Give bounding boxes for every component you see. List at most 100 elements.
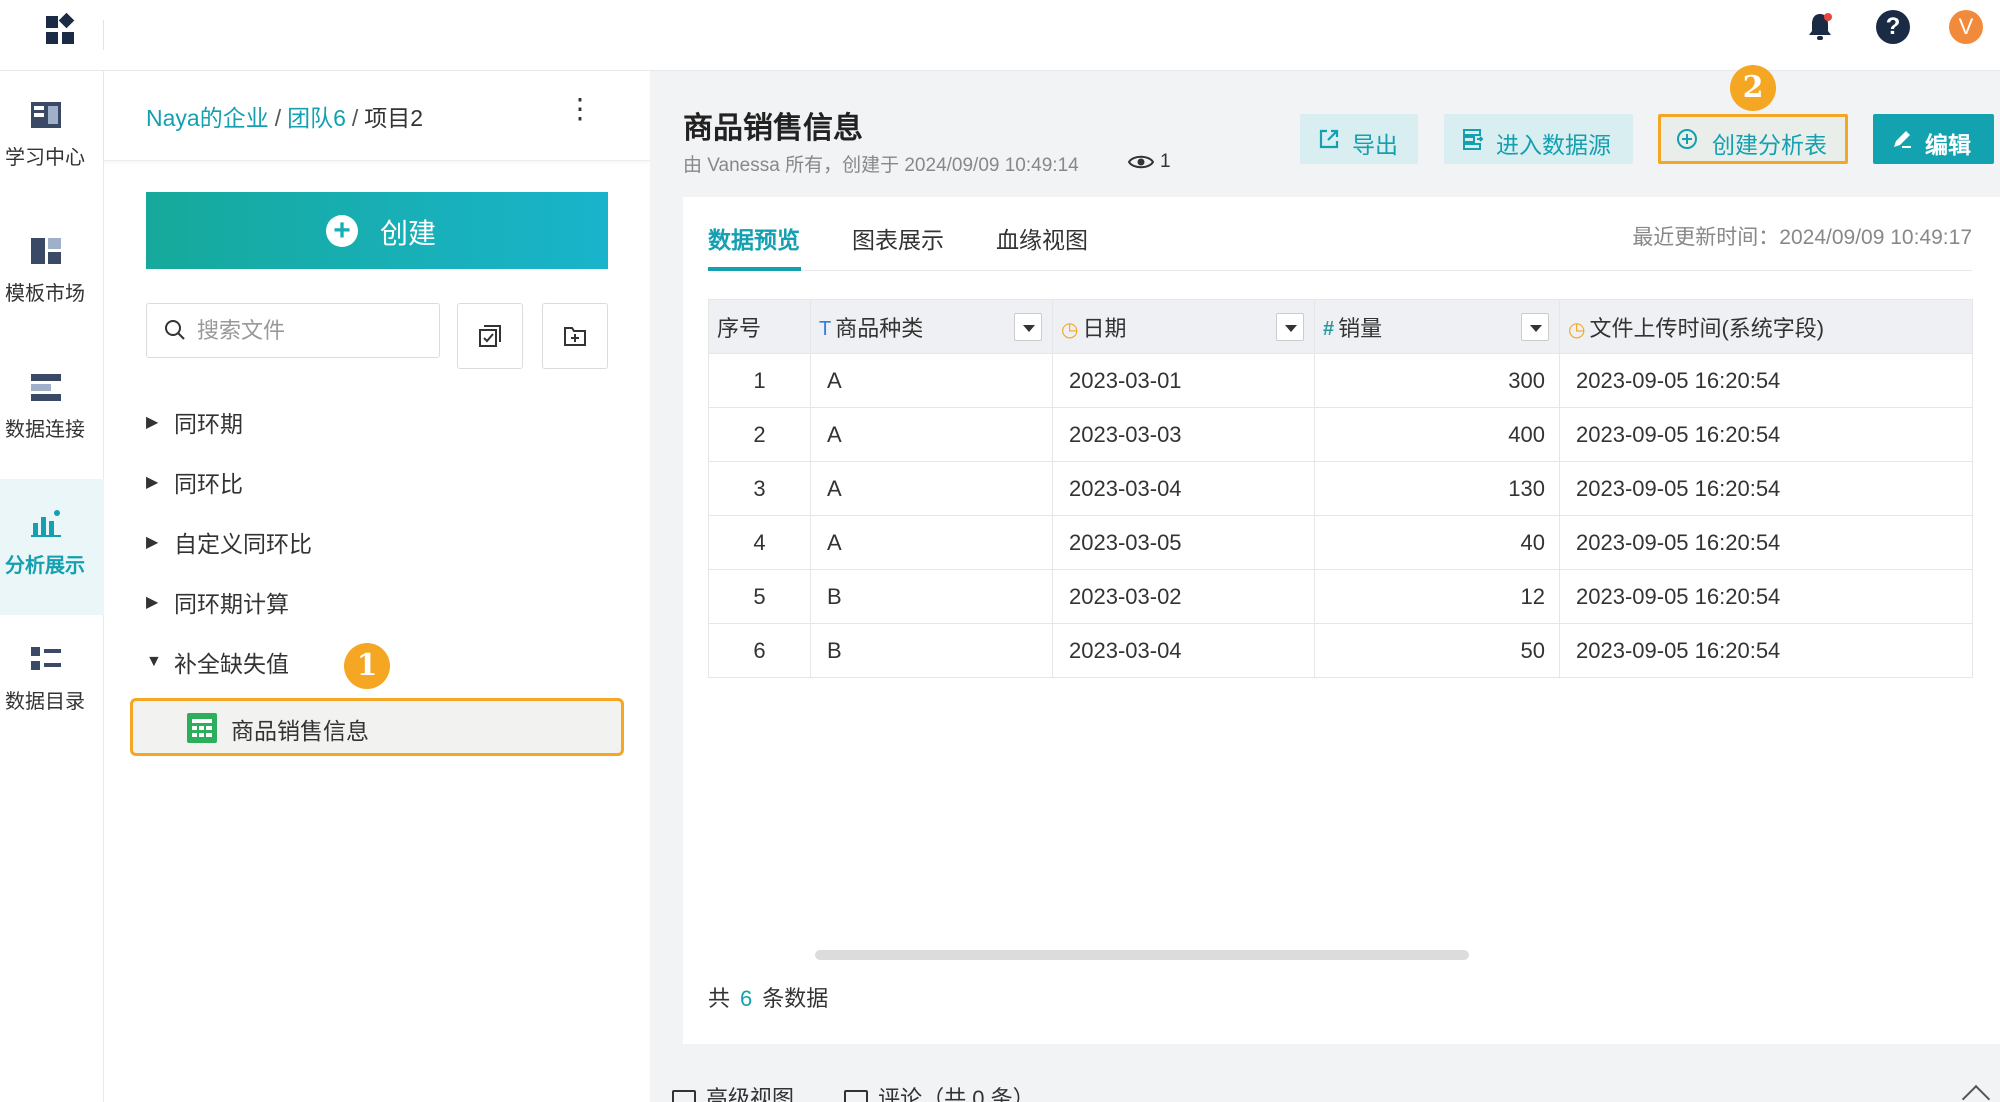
nav-label: 学习中心 <box>5 147 85 169</box>
breadcrumb-team[interactable]: 团队6 <box>287 105 346 131</box>
table-cell: 1 <box>708 353 811 408</box>
nav-item-template-market[interactable]: 模板市场 <box>0 207 104 343</box>
comments-label: 评论（共 0 条） <box>878 1086 1035 1102</box>
help-icon[interactable]: ? <box>1876 10 1910 44</box>
nav-item-data-catalog[interactable]: 数据目录 <box>0 615 104 751</box>
search-input[interactable] <box>197 312 427 350</box>
nav-label: 数据连接 <box>5 419 85 441</box>
edit-pen-icon <box>1894 131 1911 148</box>
comments-tab[interactable]: 评论（共 0 条） <box>844 1086 1035 1102</box>
breadcrumb: Naya的企业 / 团队6/项目2 <box>146 99 423 133</box>
table-cell: B <box>810 569 1053 624</box>
batch-select-button[interactable] <box>457 303 523 369</box>
top-divider <box>103 20 104 50</box>
tab-data-preview[interactable]: 数据预览 <box>708 221 800 255</box>
table-cell: A <box>810 407 1053 462</box>
row-count-suffix: 条数据 <box>762 986 829 1011</box>
tree-label: 自定义同环比 <box>174 531 312 557</box>
book-icon <box>31 102 61 128</box>
tree-folder[interactable]: ▶ 同环期 <box>146 405 243 445</box>
plus-circle-icon: + <box>326 215 358 247</box>
caret-down-icon: ▼ <box>146 653 162 670</box>
column-header[interactable]: 序号 <box>708 299 811 354</box>
chevron-up-icon[interactable] <box>1961 1084 1991 1102</box>
table-row[interactable]: 1 A 2023-03-01 300 2023-09-05 16:20:54 <box>708 353 1973 408</box>
create-analysis-button[interactable]: 创建分析表 <box>1658 114 1848 164</box>
table-row[interactable]: 4 A 2023-03-05 40 2023-09-05 16:20:54 <box>708 515 1973 570</box>
column-label: 序号 <box>717 315 762 341</box>
datasource-icon <box>1463 129 1484 150</box>
table-file-icon <box>187 713 217 743</box>
number-type-icon: # <box>1323 318 1335 341</box>
table-row[interactable]: 5 B 2023-03-02 12 2023-09-05 16:20:54 <box>708 569 1973 624</box>
file-item-selected[interactable]: 商品销售信息 <box>130 698 624 756</box>
tree-folder[interactable]: ▶ 同环期计算 <box>146 585 289 625</box>
table-row[interactable]: 3 A 2023-03-04 130 2023-09-05 16:20:54 <box>708 461 1973 516</box>
create-button[interactable]: + 创建 <box>146 192 608 269</box>
new-folder-button[interactable] <box>542 303 608 369</box>
column-header[interactable]: T 商品种类 <box>810 299 1053 354</box>
table-cell: 6 <box>708 623 811 678</box>
data-card: 数据预览 图表展示 血缘视图 最近更新时间：2024/09/09 10:49:1… <box>683 197 2000 1044</box>
checkbox-multi-icon <box>479 325 501 347</box>
enter-datasource-button[interactable]: 进入数据源 <box>1444 114 1633 164</box>
horizontal-scrollbar[interactable] <box>815 950 1469 960</box>
tab-bar: 数据预览 图表展示 血缘视图 最近更新时间：2024/09/09 10:49:1… <box>708 197 1972 271</box>
column-header[interactable]: # 销量 <box>1314 299 1560 354</box>
tree-folder[interactable]: ▶ 同环比 <box>146 465 243 505</box>
breadcrumb-sep: / <box>274 105 282 131</box>
bell-icon[interactable] <box>1803 10 1837 44</box>
dropdown-icon[interactable] <box>1276 313 1304 341</box>
table-cell: 400 <box>1314 407 1560 462</box>
analysis-chart-icon <box>31 510 61 537</box>
advanced-view-tab[interactable]: 高级视图 <box>672 1086 794 1102</box>
table-cell: 130 <box>1314 461 1560 516</box>
table-header-row: 序号 T 商品种类 ◷ 日期 # 销量 ◷ 文件上传时间(系统字段) <box>708 299 1973 354</box>
table-row[interactable]: 2 A 2023-03-03 400 2023-09-05 16:20:54 <box>708 407 1973 462</box>
tab-chart-display[interactable]: 图表展示 <box>852 221 944 255</box>
table-cell: 2023-09-05 16:20:54 <box>1559 515 1973 570</box>
nav-item-analysis[interactable]: 分析展示 <box>0 479 104 615</box>
tab-lineage-view[interactable]: 血缘视图 <box>996 221 1088 255</box>
table-cell: 2023-09-05 16:20:54 <box>1559 461 1973 516</box>
tree-folder-expanded[interactable]: ▼ 补全缺失值 <box>146 645 289 685</box>
data-table: 序号 T 商品种类 ◷ 日期 # 销量 ◷ 文件上传时间(系统字段) 1 A 2023-03… <box>708 299 1973 678</box>
table-cell: 2 <box>708 407 811 462</box>
column-header[interactable]: ◷ 日期 <box>1052 299 1315 354</box>
table-cell: 2023-03-04 <box>1052 461 1315 516</box>
caret-right-icon: ▶ <box>146 474 159 491</box>
nav-item-learning-center[interactable]: 学习中心 <box>0 71 104 207</box>
table-cell: 2023-09-05 16:20:54 <box>1559 569 1973 624</box>
export-icon <box>1319 129 1339 149</box>
create-label: 创建 <box>380 218 437 249</box>
export-button[interactable]: 导出 <box>1300 114 1418 164</box>
breadcrumb-org[interactable]: Naya的企业 <box>146 105 269 131</box>
row-count: 共 6 条数据 <box>708 981 828 1013</box>
dropdown-icon[interactable] <box>1521 313 1549 341</box>
column-label: 文件上传时间(系统字段) <box>1589 315 1825 341</box>
step-badge-1: 1 <box>344 643 390 689</box>
export-label: 导出 <box>1352 132 1398 158</box>
avatar[interactable]: V <box>1949 10 1983 44</box>
edit-button[interactable]: 编辑 <box>1873 114 1994 164</box>
column-header[interactable]: ◷ 文件上传时间(系统字段) <box>1559 299 1973 354</box>
nav-item-data-connection[interactable]: 数据连接 <box>0 343 104 479</box>
table-cell: A <box>810 461 1053 516</box>
table-row[interactable]: 6 B 2023-03-04 50 2023-09-05 16:20:54 <box>708 623 1973 678</box>
step-badge-2: 2 <box>1730 65 1776 111</box>
tree-folder[interactable]: ▶ 自定义同环比 <box>146 525 312 565</box>
nav-label: 数据目录 <box>5 691 85 713</box>
more-options-icon[interactable]: ⋮ <box>566 95 594 123</box>
breadcrumb-sep: / <box>351 105 359 131</box>
column-label: 商品种类 <box>835 315 924 341</box>
table-cell: 3 <box>708 461 811 516</box>
table-cell: 2023-03-05 <box>1052 515 1315 570</box>
breadcrumb-project: 项目2 <box>364 105 424 131</box>
app-grid-icon[interactable] <box>44 12 80 48</box>
tab-active-indicator <box>708 267 801 271</box>
table-cell: 2023-09-05 16:20:54 <box>1559 407 1973 462</box>
plus-circle-icon <box>1677 129 1697 149</box>
table-cell: B <box>810 623 1053 678</box>
create-analysis-label: 创建分析表 <box>1712 132 1827 158</box>
dropdown-icon[interactable] <box>1014 313 1042 341</box>
